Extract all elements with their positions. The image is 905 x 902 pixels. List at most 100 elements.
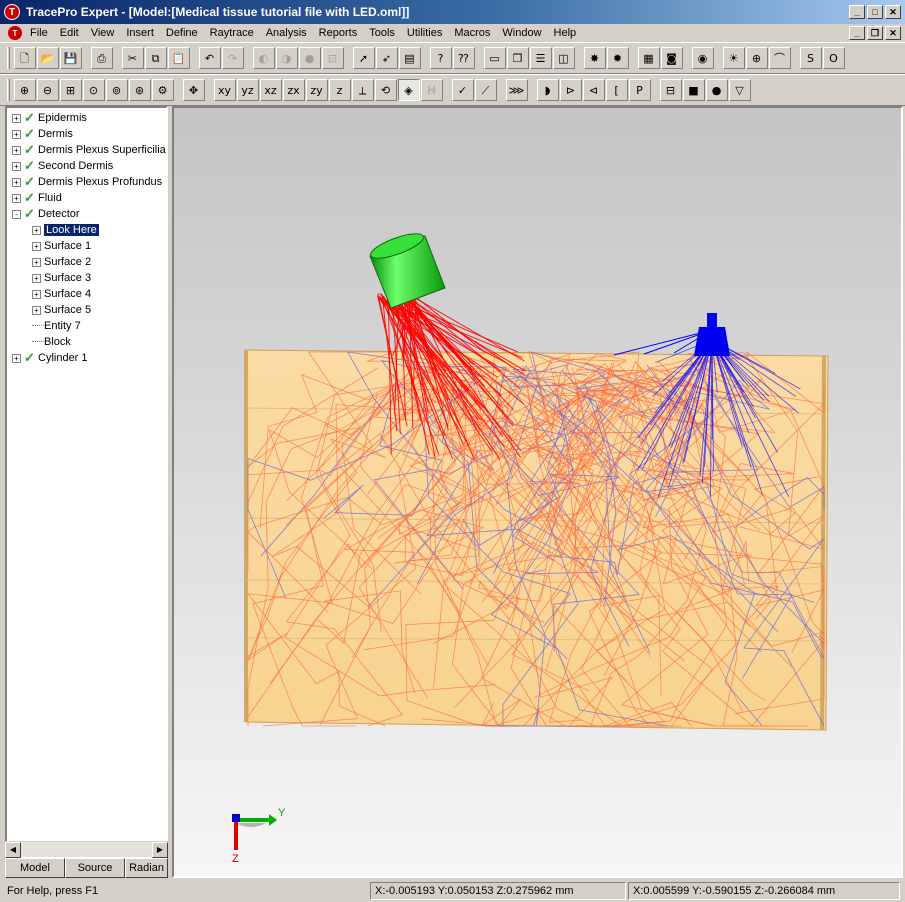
menu-insert[interactable]: Insert [120, 27, 160, 39]
source-icon[interactable]: ☀ [722, 47, 745, 69]
window-tile-vertical-icon[interactable]: ◫ [552, 47, 575, 69]
expand-icon[interactable]: + [12, 177, 21, 187]
redo-icon[interactable]: ↷ [221, 47, 244, 69]
view-rotate-icon[interactable]: ⟲ [374, 79, 397, 101]
menu-edit[interactable]: Edit [54, 27, 85, 39]
menu-utilities[interactable]: Utilities [401, 27, 448, 39]
tree-item[interactable]: + Look Here [32, 222, 99, 238]
expand-icon[interactable]: + [12, 161, 21, 171]
boolean-subtract-icon[interactable]: ● [298, 47, 321, 69]
scroll-right-arrow-icon[interactable]: ▶ [152, 842, 168, 858]
menu-window[interactable]: Window [496, 27, 547, 39]
toolbar-grip[interactable] [7, 79, 10, 101]
pan-icon[interactable]: ✥ [182, 79, 205, 101]
document-icon[interactable]: T [8, 26, 22, 40]
reflector-icon[interactable]: ⊳ [559, 79, 582, 101]
check-icon[interactable]: ✓ [451, 79, 474, 101]
menu-define[interactable]: Define [160, 27, 204, 39]
expand-icon[interactable]: + [32, 289, 41, 299]
zoom-fit-icon[interactable]: ⊙ [82, 79, 105, 101]
zoom-selection-icon[interactable]: ⊚ [105, 79, 128, 101]
expand-icon[interactable]: + [12, 129, 21, 139]
tree-item[interactable]: + ✓ Dermis Plexus Profundus [12, 174, 162, 190]
select-arrow-icon[interactable]: ➚ [352, 47, 375, 69]
zoom-window-icon[interactable]: ⊞ [59, 79, 82, 101]
tube-icon[interactable]: ⊟ [659, 79, 682, 101]
view-zyx-icon[interactable]: z [328, 79, 351, 101]
hidden-line-icon[interactable]: H [420, 79, 443, 101]
select-object-icon[interactable]: ➶ [375, 47, 398, 69]
expand-icon[interactable]: + [32, 305, 41, 315]
window-cascade-icon[interactable]: ❐ [506, 47, 529, 69]
zoom-in-icon[interactable]: ⊕ [13, 79, 36, 101]
minimize-button[interactable]: _ [849, 5, 865, 19]
boolean-union-icon[interactable]: ◐ [252, 47, 275, 69]
scene-canvas[interactable]: Y Z [174, 108, 901, 876]
menu-analysis[interactable]: Analysis [260, 27, 313, 39]
tree-item[interactable]: + Surface 1 [32, 238, 91, 254]
menu-view[interactable]: View [85, 27, 121, 39]
tree-item[interactable]: + Surface 5 [32, 302, 91, 318]
opl-icon[interactable]: O [822, 47, 845, 69]
collapse-icon[interactable]: - [12, 209, 21, 219]
sphere-icon[interactable]: ● [705, 79, 728, 101]
tree-item[interactable]: + ✓ Cylinder 1 [12, 350, 88, 366]
cone-icon[interactable]: ▽ [728, 79, 751, 101]
expand-icon[interactable]: + [32, 225, 41, 235]
view-zx-icon[interactable]: zx [282, 79, 305, 101]
help-icon[interactable]: ? [429, 47, 452, 69]
maximize-button[interactable]: □ [867, 5, 883, 19]
tree-horizontal-scrollbar[interactable]: ◀ ▶ [5, 841, 168, 858]
scroll-left-arrow-icon[interactable]: ◀ [5, 842, 21, 858]
target-icon[interactable]: ⊕ [745, 47, 768, 69]
raytrace-icon[interactable]: ✸ [583, 47, 606, 69]
open-folder-icon[interactable]: 📂 [36, 47, 59, 69]
tir-icon[interactable]: ⊲ [582, 79, 605, 101]
doc-close-button[interactable]: ✕ [885, 26, 901, 40]
context-help-icon[interactable]: ⁇ [452, 47, 475, 69]
zoom-out-icon[interactable]: ⊖ [36, 79, 59, 101]
toolbar-grip[interactable] [7, 47, 10, 69]
analysis-icon[interactable]: ◉ [691, 47, 714, 69]
candela-plot-icon[interactable]: ◙ [660, 47, 683, 69]
view-xz-icon[interactable]: xz [259, 79, 282, 101]
expand-icon[interactable]: + [32, 241, 41, 251]
menu-raytrace[interactable]: Raytrace [204, 27, 260, 39]
view-yz-icon[interactable]: yz [236, 79, 259, 101]
view-iso-icon[interactable]: ⟂ [351, 79, 374, 101]
tree-item[interactable]: Block [32, 334, 71, 350]
zoom-options-icon[interactable]: ⚙ [151, 79, 174, 101]
render-mode-icon[interactable]: ◈ [397, 79, 420, 101]
zoom-previous-icon[interactable]: ⊛ [128, 79, 151, 101]
boolean-intersect-icon[interactable]: ◑ [275, 47, 298, 69]
tree-item[interactable]: - ✓ Detector [12, 206, 80, 222]
ray-display-icon[interactable]: ⋙ [505, 79, 528, 101]
ruler-icon[interactable]: ⟋ [474, 79, 497, 101]
tree-item[interactable]: + Surface 3 [32, 270, 91, 286]
tree-item[interactable]: Entity 7 [32, 318, 81, 334]
expand-icon[interactable]: + [12, 353, 21, 363]
prism-p-icon[interactable]: P [628, 79, 651, 101]
tree-item[interactable]: + ✓ Dermis Plexus Superficilias [12, 142, 166, 158]
expand-icon[interactable]: + [12, 145, 21, 155]
tree-item[interactable]: + ✓ Dermis [12, 126, 73, 142]
expand-icon[interactable]: + [12, 113, 21, 123]
new-file-icon[interactable]: 🗋 [13, 47, 36, 69]
lens-icon[interactable]: ◗ [536, 79, 559, 101]
doc-minimize-button[interactable]: _ [849, 26, 865, 40]
tree-item[interactable]: + ✓ Second Dermis [12, 158, 113, 174]
block-icon[interactable]: ■ [682, 79, 705, 101]
tab-radian[interactable]: Radian [125, 858, 168, 878]
expand-icon[interactable]: + [12, 193, 21, 203]
menu-reports[interactable]: Reports [313, 27, 364, 39]
undo-icon[interactable]: ↶ [198, 47, 221, 69]
close-button[interactable]: ✕ [885, 5, 901, 19]
srt-icon[interactable]: S [799, 47, 822, 69]
print-icon[interactable]: ⎙ [90, 47, 113, 69]
tree-item[interactable]: + ✓ Epidermis [12, 110, 87, 126]
reverse-raytrace-icon[interactable]: ✹ [606, 47, 629, 69]
window-tile-horizontal-icon[interactable]: ☰ [529, 47, 552, 69]
notes-icon[interactable]: ▤ [398, 47, 421, 69]
tab-model[interactable]: Model [5, 858, 65, 878]
chart-icon[interactable]: ⌒ [768, 47, 791, 69]
